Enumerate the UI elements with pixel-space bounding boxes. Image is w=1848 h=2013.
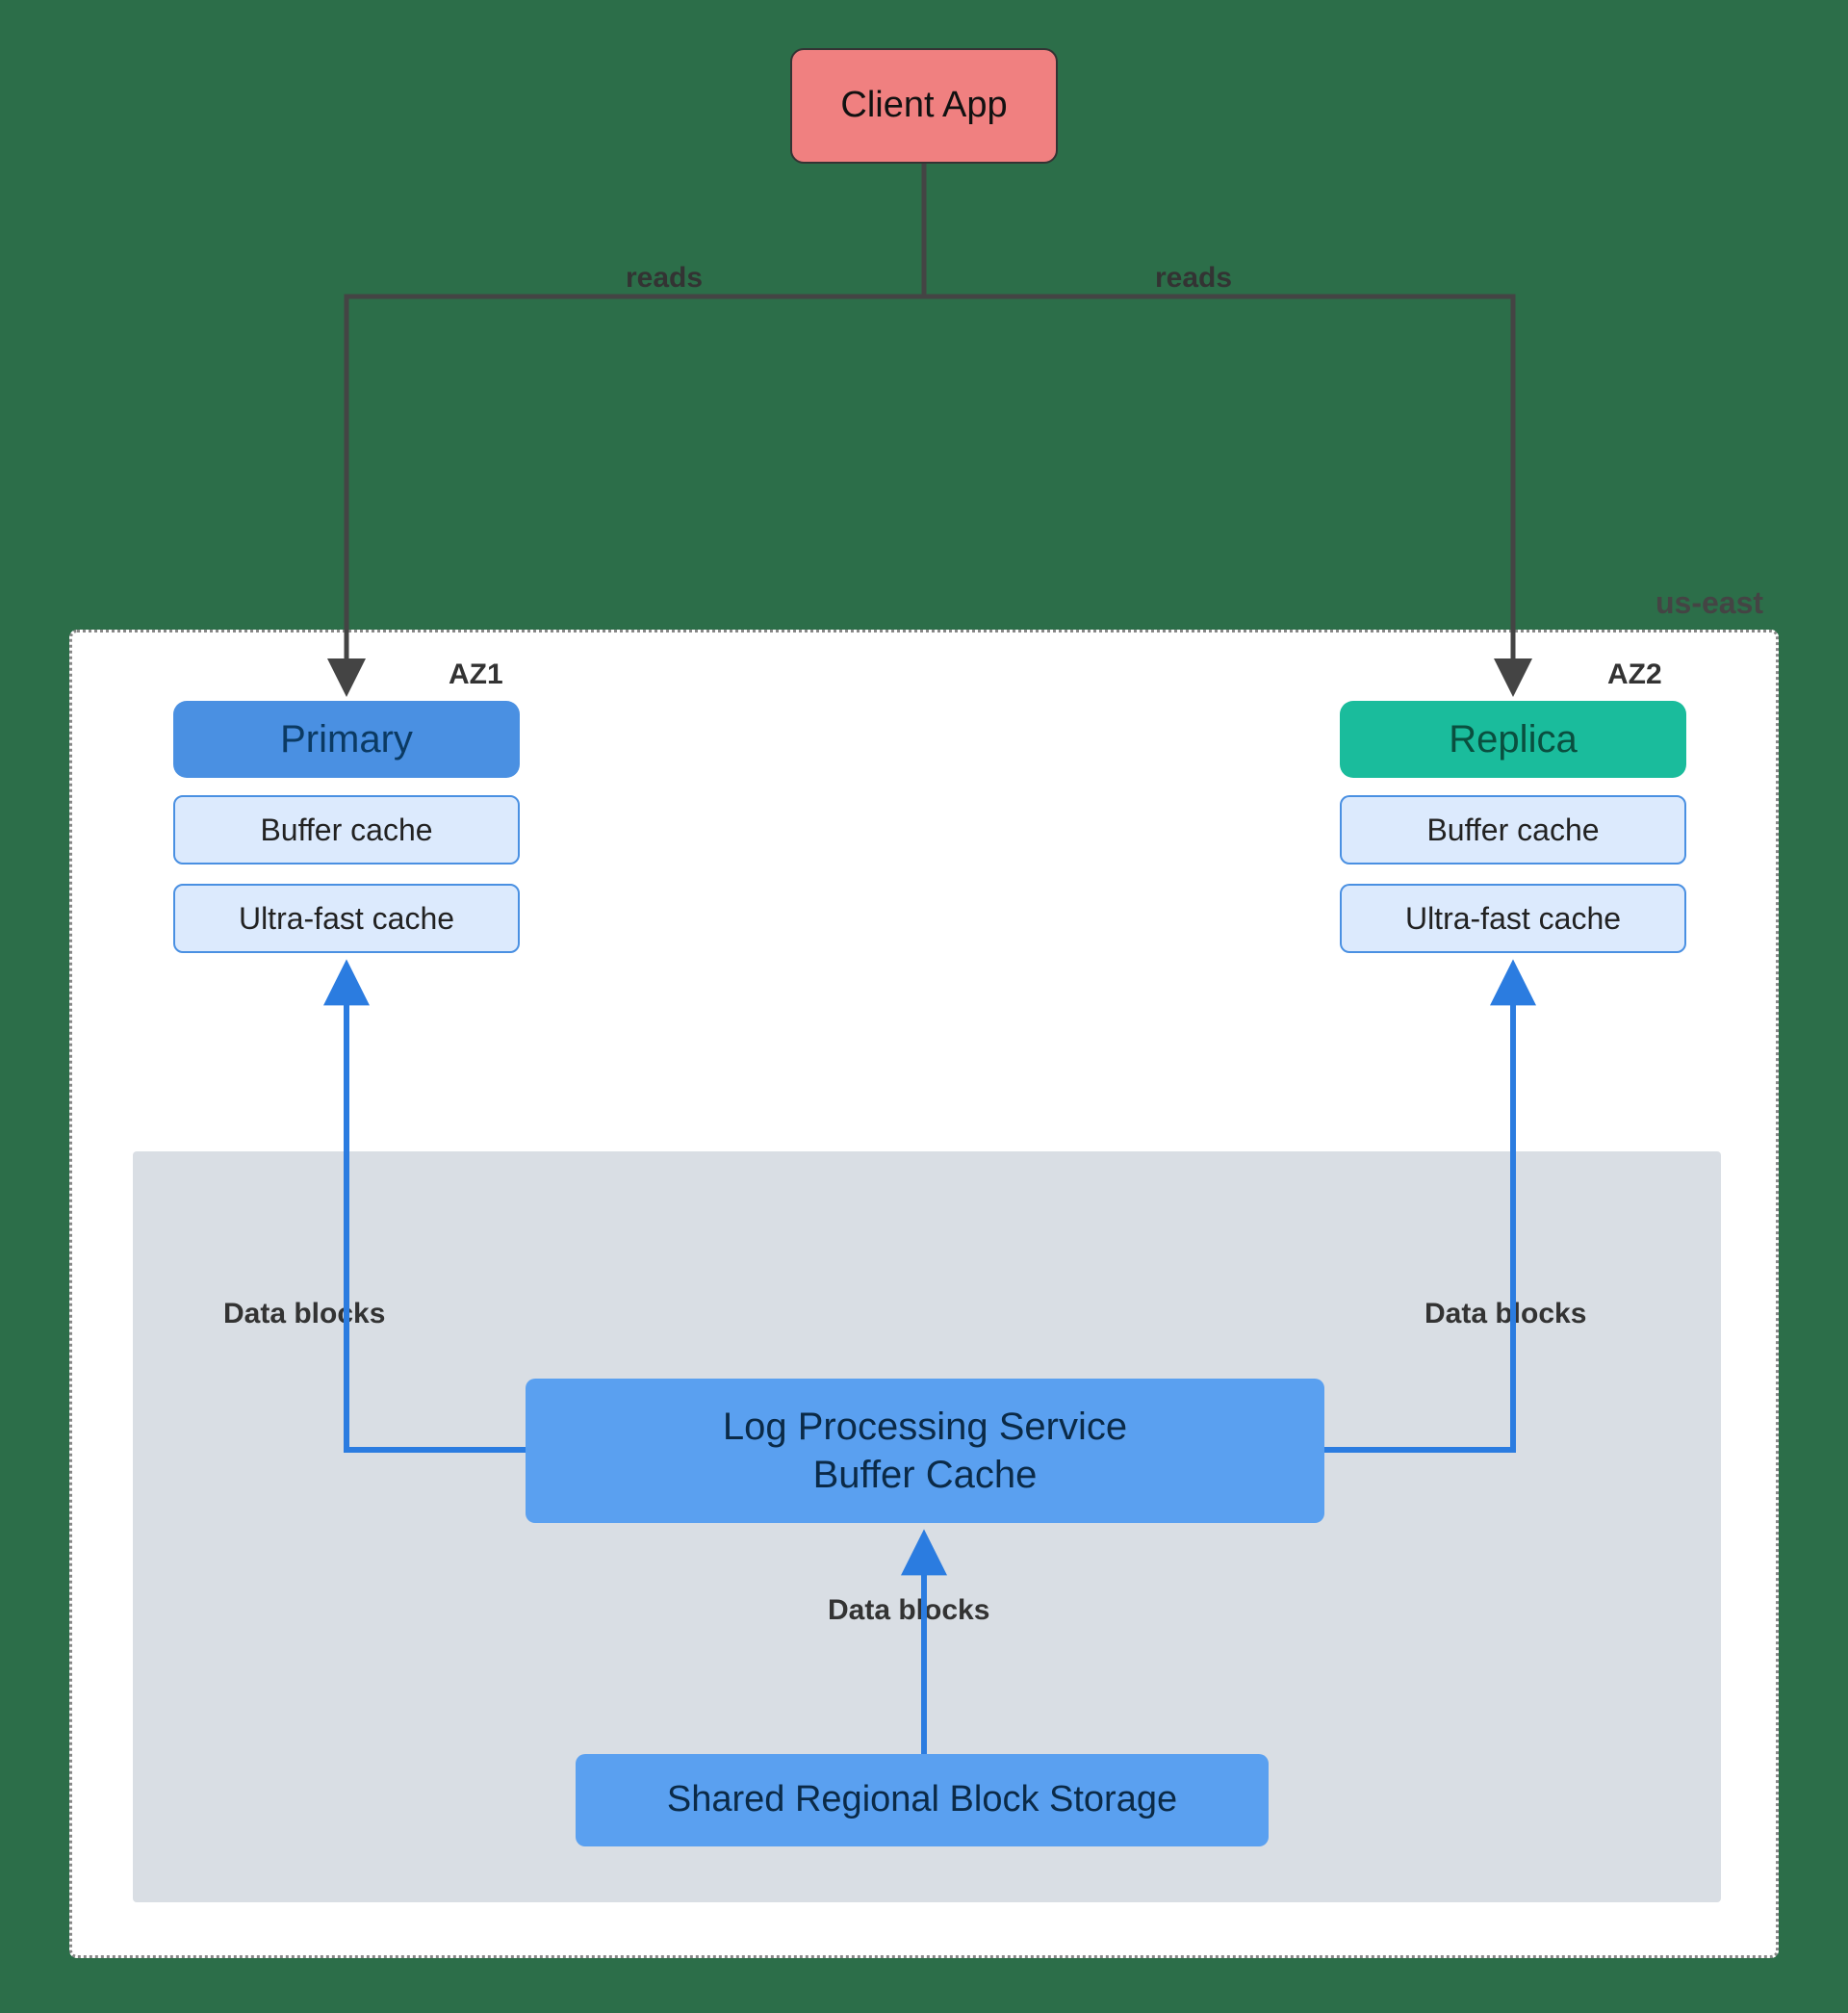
az1-ultra-label: Ultra-fast cache — [239, 899, 454, 938]
client-app-node: Client App — [790, 48, 1058, 164]
lps-label-line2: Buffer Cache — [813, 1451, 1038, 1499]
az1-label: AZ1 — [449, 658, 503, 691]
primary-label: Primary — [280, 715, 413, 763]
az2-label: AZ2 — [1607, 658, 1662, 691]
lps-label-line1: Log Processing Service — [723, 1403, 1127, 1451]
diagram-canvas: us-east Client App AZ1 Primary Buffer ca… — [0, 0, 1848, 2013]
reads-left-label: reads — [626, 262, 703, 295]
az2-ultra-label: Ultra-fast cache — [1405, 899, 1621, 938]
data-blocks-mid-label: Data blocks — [828, 1594, 989, 1627]
data-blocks-right-label: Data blocks — [1424, 1298, 1586, 1330]
az2-buffer-label: Buffer cache — [1426, 811, 1599, 849]
az1-ultrafast-cache: Ultra-fast cache — [173, 884, 520, 953]
az2-buffer-cache: Buffer cache — [1340, 795, 1686, 865]
az2-ultrafast-cache: Ultra-fast cache — [1340, 884, 1686, 953]
log-processing-service-node: Log Processing Service Buffer Cache — [526, 1379, 1324, 1523]
primary-node: Primary — [173, 701, 520, 778]
shared-storage-node: Shared Regional Block Storage — [576, 1754, 1269, 1846]
client-app-label: Client App — [840, 83, 1007, 129]
shared-storage-label: Shared Regional Block Storage — [667, 1777, 1177, 1823]
replica-label: Replica — [1449, 715, 1577, 763]
data-blocks-left-label: Data blocks — [223, 1298, 385, 1330]
reads-right-label: reads — [1155, 262, 1232, 295]
az1-buffer-cache: Buffer cache — [173, 795, 520, 865]
region-label: us-east — [1656, 585, 1763, 621]
replica-node: Replica — [1340, 701, 1686, 778]
az1-buffer-label: Buffer cache — [260, 811, 432, 849]
